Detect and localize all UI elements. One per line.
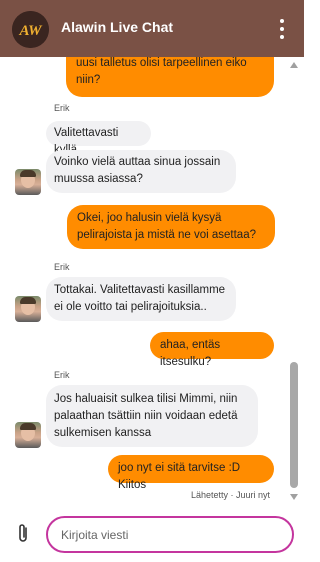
user-message: ahaa, entäs itsesulku? <box>150 332 274 368</box>
agent-name: Erik <box>54 370 70 380</box>
message-text: Jos haluaisit sulkea tilisi Mimmi, niin … <box>54 393 238 439</box>
message-text: joo nyt ei sitä tarvitse :D Kiitos <box>118 462 241 491</box>
agent-name: Erik <box>54 103 70 113</box>
brand-logo: AW <box>12 11 49 48</box>
message-input[interactable] <box>46 516 294 553</box>
user-message: uusi talletus olisi tarpeellinen eiko ni… <box>66 57 274 97</box>
message-list[interactable]: uusi talletus olisi tarpeellinen eiko ni… <box>0 57 304 505</box>
message-text: Okei, joo halusin vielä kysyä pelirajois… <box>77 212 256 241</box>
agent-name: Erik <box>54 262 70 272</box>
agent-avatar <box>15 169 41 195</box>
paperclip-icon[interactable] <box>16 522 30 544</box>
agent-message: Voinko vielä auttaa sinua jossain muussa… <box>46 150 236 193</box>
agent-message: Jos haluaisit sulkea tilisi Mimmi, niin … <box>46 385 258 447</box>
user-message: Okei, joo halusin vielä kysyä pelirajois… <box>67 205 275 249</box>
chat-title: Alawin Live Chat <box>61 19 174 35</box>
scrollbar-thumb[interactable] <box>290 362 298 488</box>
message-text: ahaa, entäs itsesulku? <box>160 339 221 368</box>
agent-message: Tottakai. Valitettavasti kasillamme ei o… <box>46 277 236 321</box>
message-text: uusi talletus olisi tarpeellinen eiko ni… <box>76 57 247 86</box>
user-message: joo nyt ei sitä tarvitse :D Kiitos <box>108 455 274 491</box>
scroll-down-icon[interactable] <box>290 494 298 500</box>
scroll-up-icon[interactable] <box>290 62 298 68</box>
more-options-icon[interactable] <box>278 19 286 39</box>
chat-header: AW Alawin Live Chat <box>0 0 304 57</box>
composer <box>0 505 304 562</box>
agent-avatar <box>15 296 41 322</box>
agent-avatar <box>15 422 41 448</box>
message-text: Tottakai. Valitettavasti kasillamme ei o… <box>54 284 226 313</box>
agent-message: Valitettavasti kyllä <box>46 121 151 156</box>
message-text: Voinko vielä auttaa sinua jossain muussa… <box>54 156 221 185</box>
delivery-status: Lähetetty · Juuri nyt <box>190 490 270 500</box>
svg-text:AW: AW <box>19 23 44 39</box>
